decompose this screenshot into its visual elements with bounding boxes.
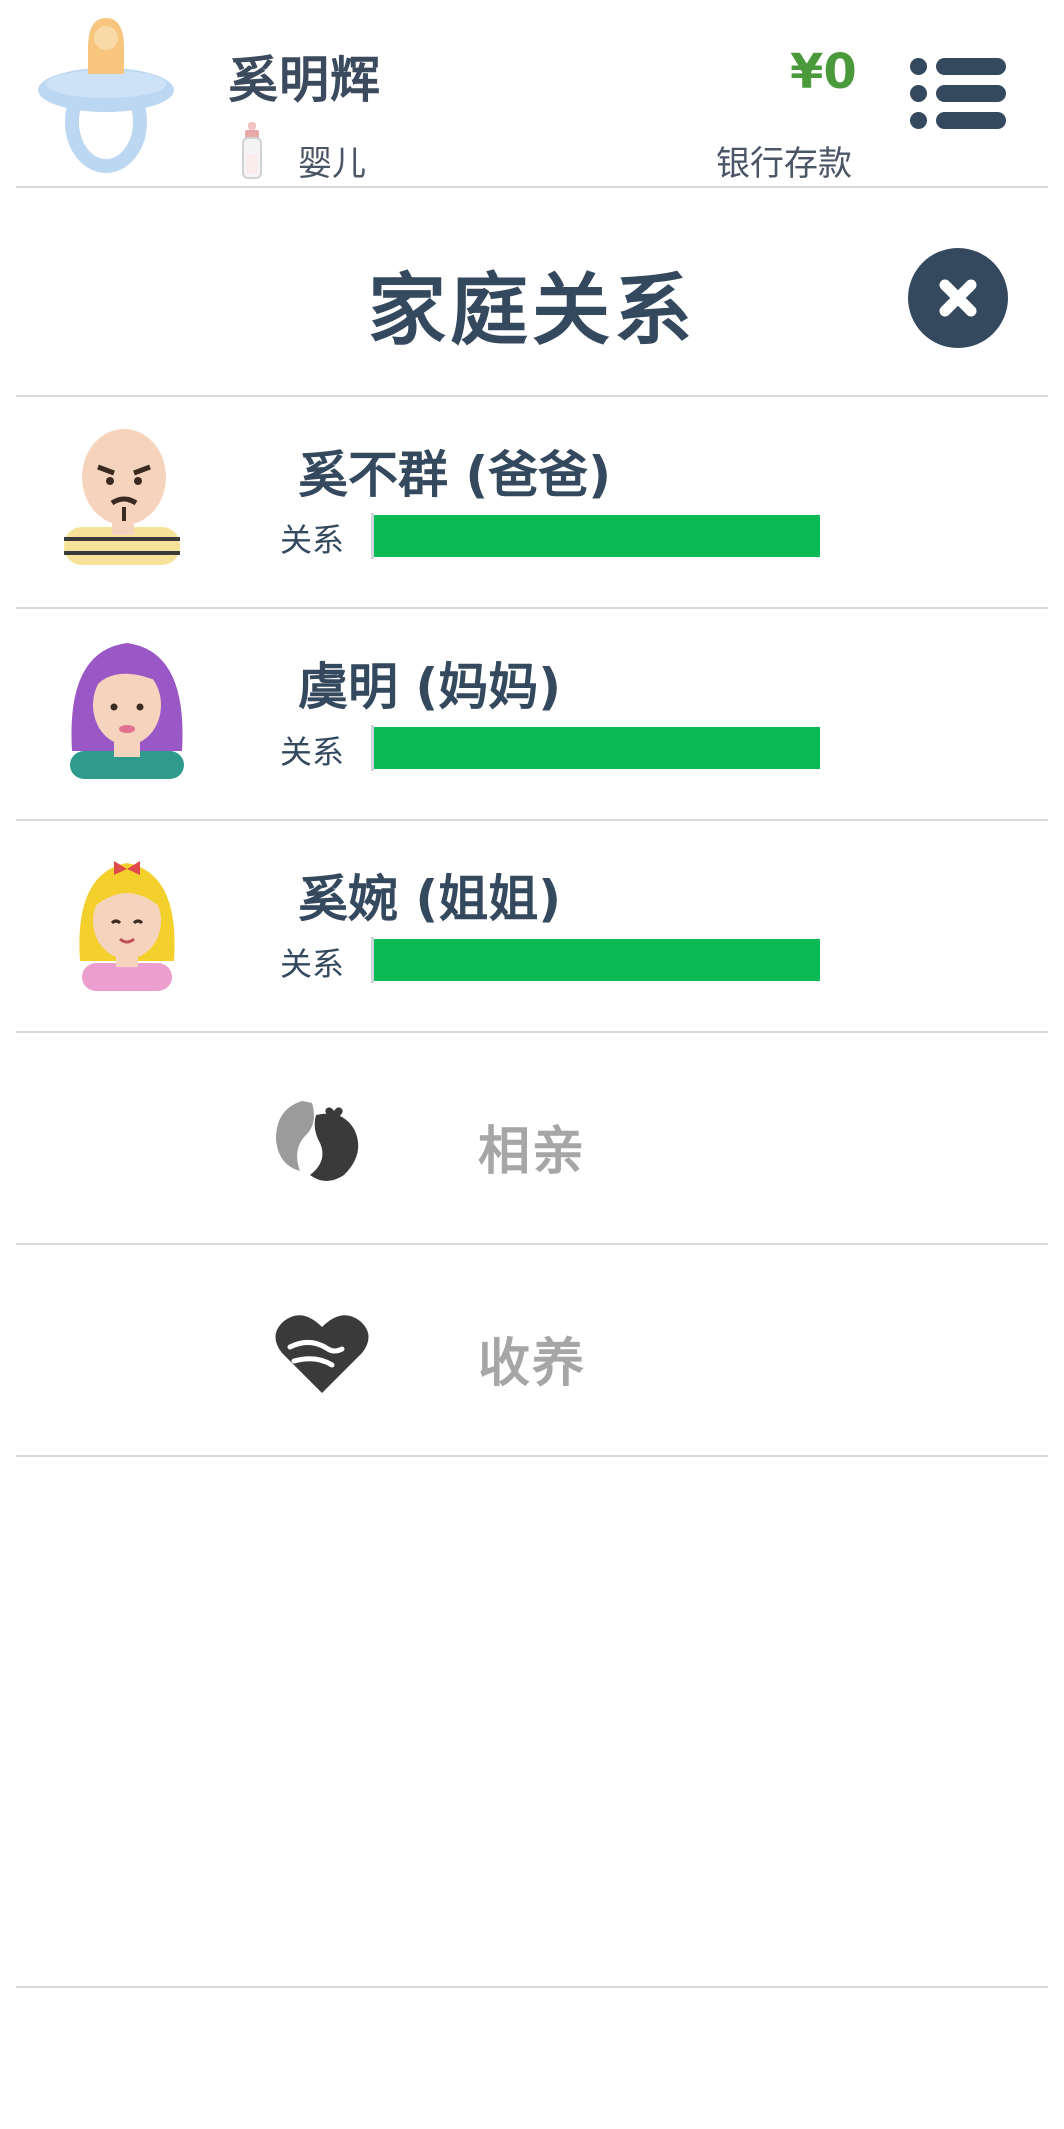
sister-portrait-icon <box>79 861 175 991</box>
relationship-bar <box>371 937 820 983</box>
baby-bottle-icon <box>242 122 262 179</box>
relationship-label: 关系 <box>280 521 345 559</box>
matchmaking-icon <box>276 1101 359 1181</box>
status-header: 奚明辉 婴儿 ¥0 银行存款 <box>0 0 1064 186</box>
close-icon <box>939 279 977 317</box>
bottom-divider <box>16 1986 1048 1988</box>
family-member-row[interactable]: 虞明 (妈妈) 关系 <box>16 609 1048 821</box>
menu-button[interactable] <box>906 52 1010 134</box>
family-member-name: 虞明 (妈妈) <box>298 658 562 716</box>
life-stage-label: 婴儿 <box>298 144 366 184</box>
adoption-button[interactable]: 收养 <box>16 1245 1048 1457</box>
pacifier-icon <box>38 18 174 173</box>
bank-balance-value: ¥0 <box>790 44 857 100</box>
page-title: 家庭关系 <box>367 266 696 356</box>
family-member-row[interactable]: 奚不群 (爸爸) 关系 <box>16 397 1048 609</box>
family-member-name: 奚婉 (姐姐) <box>298 870 562 928</box>
row-divider <box>16 1455 1048 1457</box>
matchmaking-label: 相亲 <box>478 1122 587 1182</box>
relationship-label: 关系 <box>280 945 345 983</box>
relationship-label: 关系 <box>280 733 345 771</box>
close-button[interactable] <box>908 248 1008 348</box>
relationship-bar <box>371 513 820 559</box>
relationship-bar-fill <box>374 515 820 557</box>
father-portrait-icon <box>64 429 180 565</box>
mother-portrait-icon <box>70 643 184 779</box>
adoption-label: 收养 <box>478 1334 587 1394</box>
relationship-bar-fill <box>374 727 820 769</box>
matchmaking-button[interactable]: 相亲 <box>16 1033 1048 1245</box>
family-member-row[interactable]: 奚婉 (姐姐) 关系 <box>16 821 1048 1033</box>
adoption-heart-icon <box>275 1315 369 1393</box>
relationship-bar-fill <box>374 939 820 981</box>
relationship-bar <box>371 725 820 771</box>
family-member-name: 奚不群 (爸爸) <box>298 446 612 504</box>
player-name: 奚明辉 <box>228 51 381 109</box>
bank-balance-label: 银行存款 <box>716 144 852 184</box>
header-divider <box>16 186 1048 188</box>
